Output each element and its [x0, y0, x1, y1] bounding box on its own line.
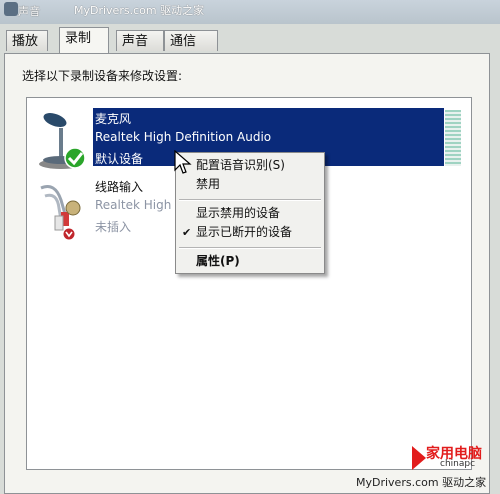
menu-item-properties[interactable]: 属性(P)	[176, 252, 324, 271]
menu-item-label: 显示已断开的设备	[196, 225, 293, 239]
device-status: 默认设备	[95, 152, 144, 166]
menu-item-show-disconnected[interactable]: ✔ 显示已断开的设备	[176, 223, 324, 242]
tab-recording[interactable]: 录制	[59, 27, 109, 53]
tab-sounds[interactable]: 声音	[116, 30, 164, 51]
device-name: 麦克风	[95, 112, 132, 126]
instruction-text: 选择以下录制设备来修改设置:	[22, 69, 183, 83]
watermark-bottom: MyDrivers.com 驱动之家	[356, 476, 487, 489]
title-bar: 声音 MyDrivers.com 驱动之家	[0, 0, 500, 24]
menu-item-disable[interactable]: 禁用	[176, 175, 324, 194]
device-driver: Realtek High	[95, 198, 172, 212]
mouse-pointer-icon	[174, 150, 192, 174]
microphone-icon	[39, 113, 86, 169]
speaker-icon	[4, 2, 18, 16]
red-down-arrow-icon	[62, 227, 76, 240]
watermark-top: MyDrivers.com 驱动之家	[74, 4, 205, 17]
check-mark-icon: ✔	[182, 226, 192, 239]
menu-item-configure-speech[interactable]: 配置语音识别(S)	[176, 156, 324, 175]
device-driver: Realtek High Definition Audio	[95, 130, 272, 144]
line-in-cable-icon	[40, 185, 81, 240]
tab-playback[interactable]: 播放	[6, 30, 48, 51]
tab-communications[interactable]: 通信	[164, 30, 218, 51]
device-status: 未插入	[95, 220, 132, 234]
menu-item-show-disabled[interactable]: 显示禁用的设备	[176, 204, 324, 223]
brand-subtext: chinapc	[440, 459, 476, 469]
device-name: 线路输入	[95, 180, 144, 194]
context-menu: 配置语音识别(S) 禁用 显示禁用的设备 ✔ 显示已断开的设备 属性(P)	[175, 152, 325, 274]
menu-separator	[179, 247, 321, 249]
level-meter	[445, 110, 461, 166]
menu-separator	[179, 199, 321, 201]
window-title: 声音	[18, 5, 41, 18]
green-check-icon	[64, 147, 86, 169]
